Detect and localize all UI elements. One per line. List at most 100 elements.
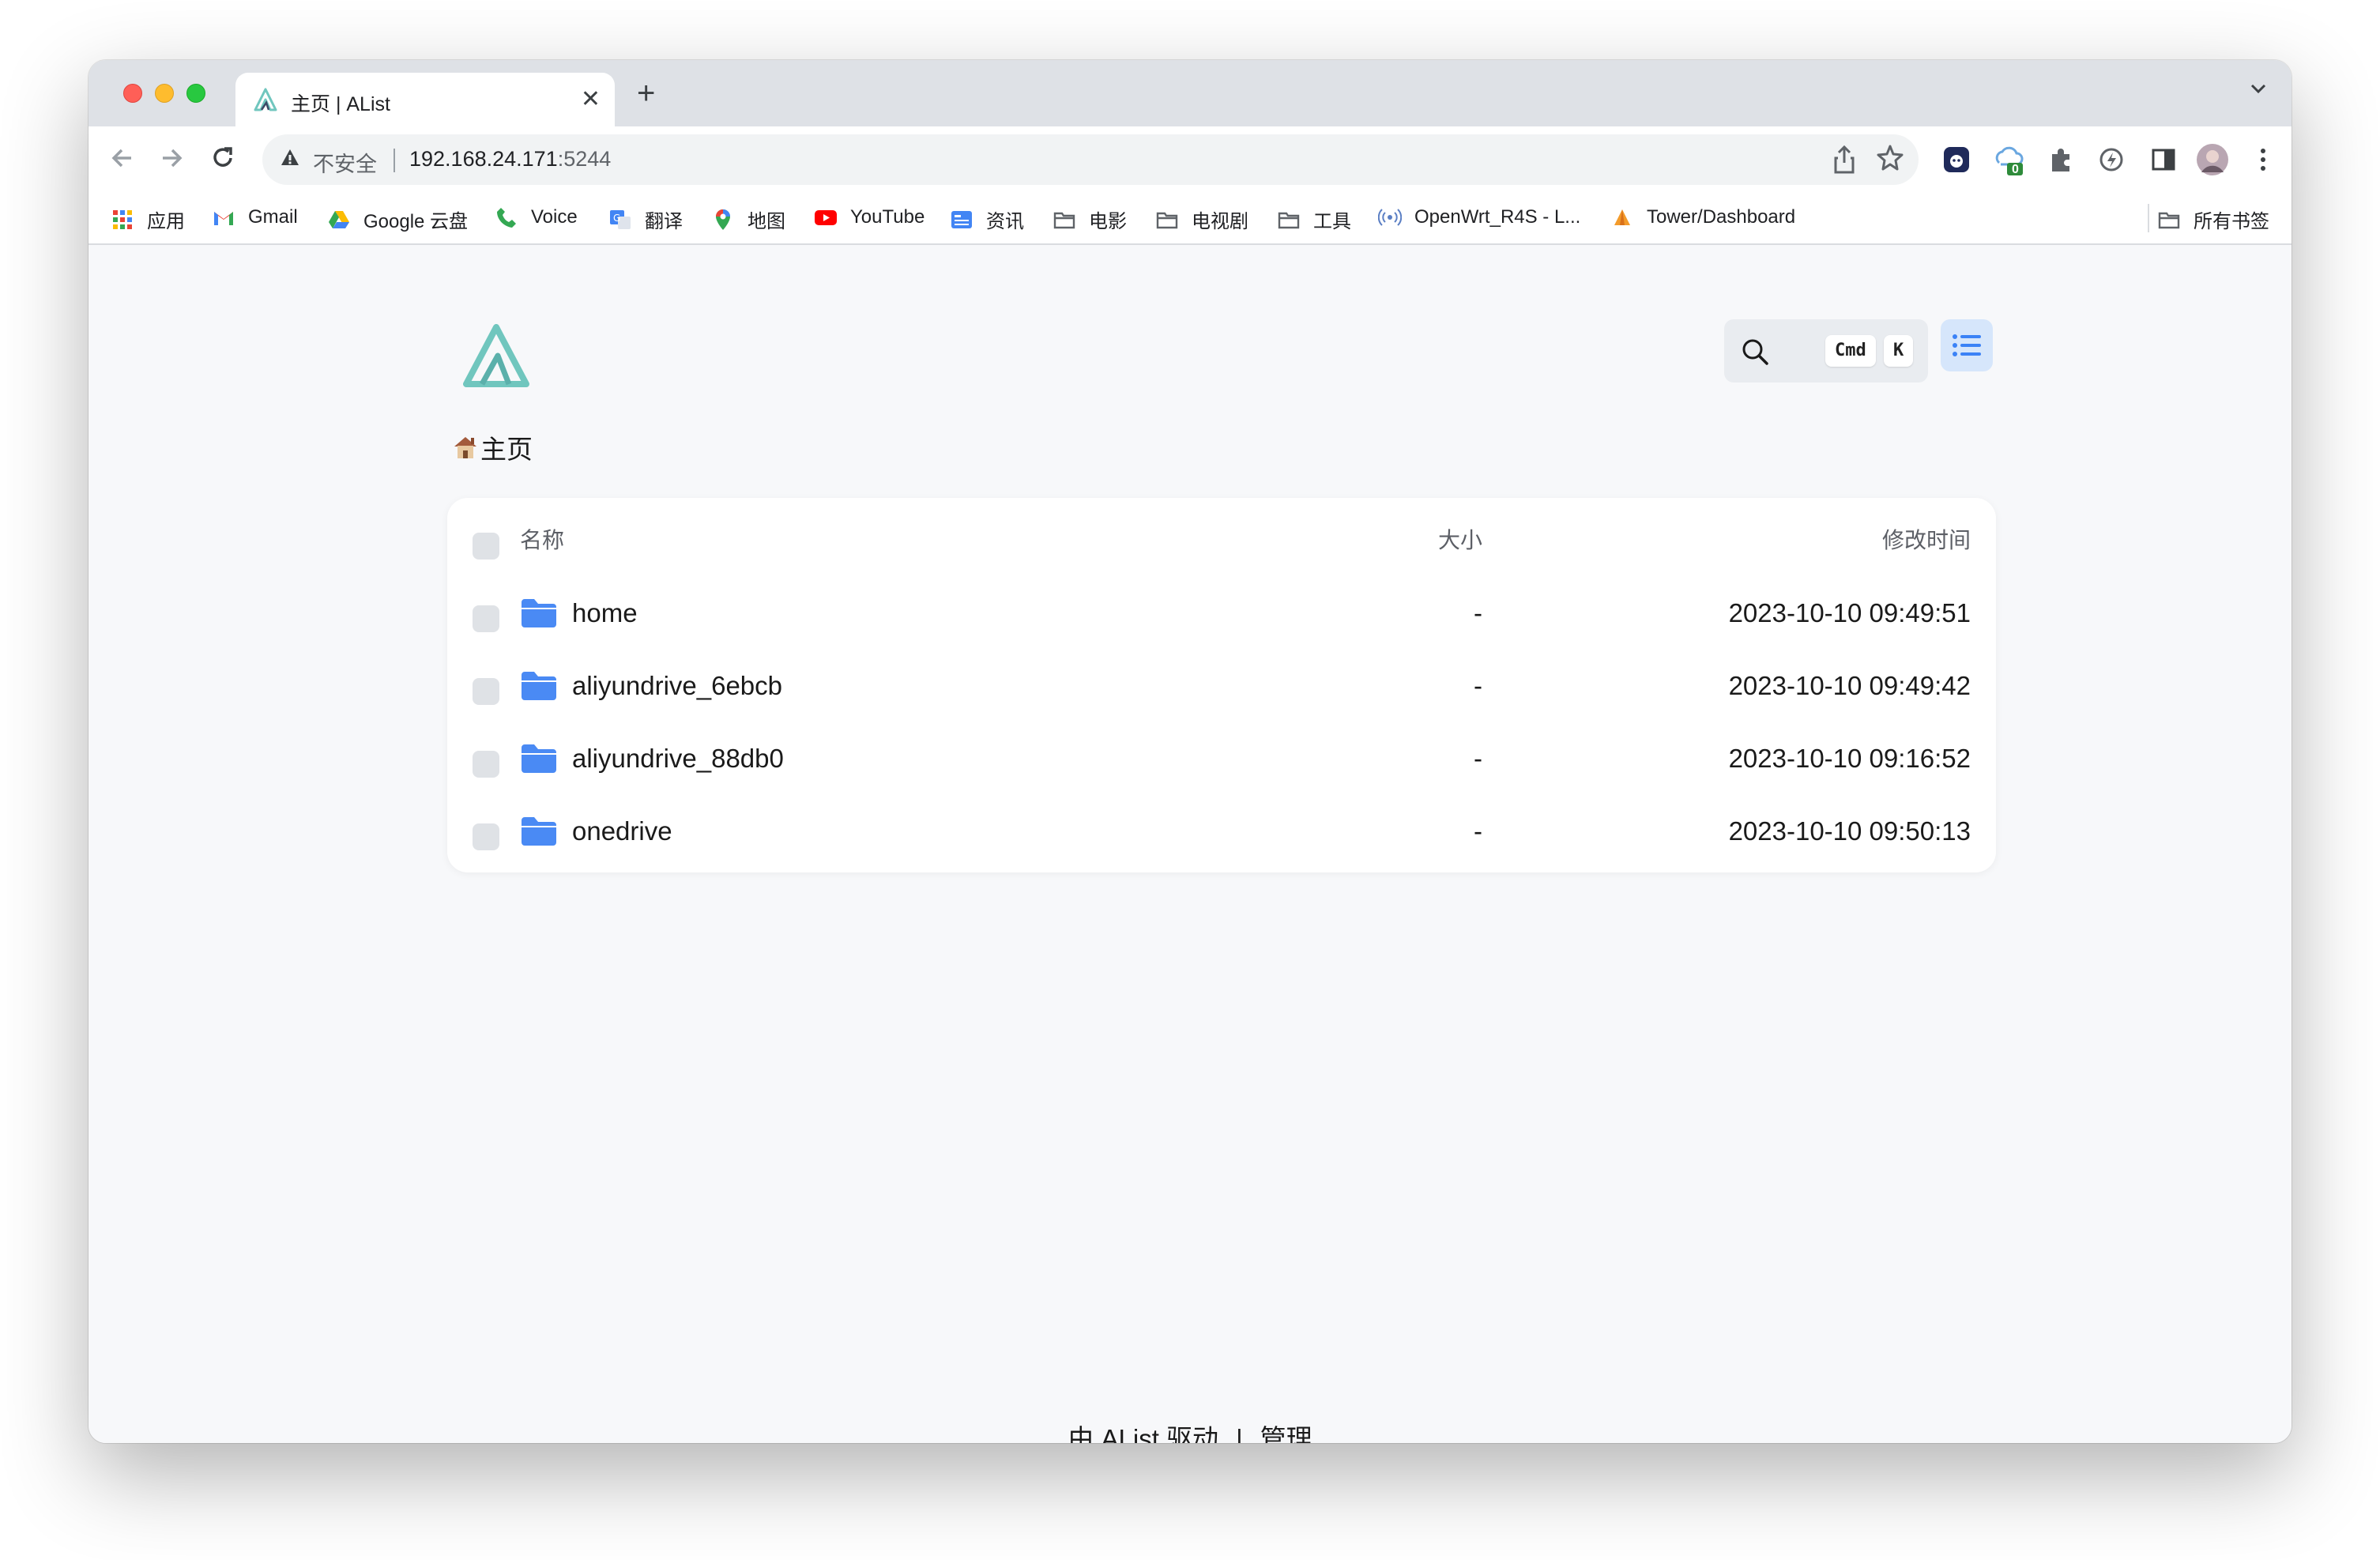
phone-icon	[497, 208, 516, 228]
bookmark-gmail[interactable]: Gmail	[212, 205, 298, 229]
google-drive-icon	[329, 210, 349, 228]
bookmark-label: 工具	[1313, 211, 1351, 232]
breadcrumb[interactable]: 主页	[452, 428, 533, 466]
tab-strip: 主页 | AList ✕ +	[88, 60, 2292, 126]
tab-close-icon[interactable]: ✕	[581, 84, 601, 115]
back-arrow-icon[interactable]	[107, 141, 136, 175]
bookmark-youtube[interactable]: YouTube	[814, 205, 925, 229]
profile-avatar[interactable]	[2195, 142, 2230, 177]
row-checkbox[interactable]	[473, 751, 499, 778]
folder-icon	[2158, 212, 2180, 228]
folder-icon	[522, 672, 556, 700]
reload-icon[interactable]	[209, 141, 237, 175]
list-view-icon	[1953, 334, 1981, 356]
bookmark-folder-movies[interactable]: 电影	[1053, 205, 1127, 233]
file-modified: 2023-10-10 09:49:51	[1728, 598, 1971, 627]
shortcut-key-cmd: Cmd	[1825, 335, 1876, 367]
file-row[interactable]: home - 2023-10-10 09:49:51	[447, 577, 1996, 650]
alist-logo-icon[interactable]	[461, 324, 531, 387]
folder-icon	[1053, 212, 1075, 228]
extension-cloud-icon[interactable]: 0	[1991, 142, 2026, 177]
tab-search-chevron-icon[interactable]	[2247, 77, 2269, 100]
file-name-cell[interactable]: aliyundrive_88db0	[520, 722, 784, 795]
shortcut-key-k: K	[1884, 335, 1914, 367]
bookmark-star-icon[interactable]	[1876, 142, 1904, 174]
bookmark-label: 地图	[748, 211, 785, 232]
side-panel-icon[interactable]	[2146, 142, 2181, 177]
file-row[interactable]: aliyundrive_6ebcb - 2023-10-10 09:49:42	[447, 650, 1996, 722]
new-tab-button[interactable]: +	[637, 77, 655, 109]
tower-icon	[1614, 209, 1630, 225]
bookmark-folder-tools[interactable]: 工具	[1277, 205, 1351, 233]
maps-pin-icon	[716, 209, 730, 230]
row-checkbox[interactable]	[473, 678, 499, 705]
address-bar[interactable]: 不安全 192.168.24.171:5244	[262, 134, 1919, 185]
extension-ghost-icon[interactable]	[1939, 142, 1974, 177]
file-name-cell[interactable]: aliyundrive_6ebcb	[520, 650, 782, 722]
wireless-icon	[1378, 209, 1402, 226]
file-row[interactable]: onedrive - 2023-10-10 09:50:13	[447, 795, 1996, 868]
file-name: onedrive	[572, 816, 672, 846]
bookmark-apps[interactable]: 应用	[111, 205, 185, 233]
bookmark-label: 电视剧	[1192, 211, 1248, 232]
file-name: aliyundrive_88db0	[572, 744, 784, 773]
row-checkbox[interactable]	[473, 605, 499, 632]
gmail-icon	[214, 212, 233, 225]
bookmark-all-bookmarks[interactable]: 所有书签	[2157, 205, 2269, 233]
bookmark-folder-tv[interactable]: 电视剧	[1155, 205, 1248, 233]
close-window-button[interactable]	[123, 84, 142, 103]
alist-page: Cmd K 主页 名称 大小 修改时间 home - 2023-10-10 09…	[88, 245, 2292, 1443]
zoom-window-button[interactable]	[186, 84, 205, 103]
bookmark-label: Voice	[531, 206, 578, 228]
bookmark-label: Gmail	[248, 206, 298, 228]
search-icon	[1742, 339, 1768, 365]
header-size[interactable]: 大小	[1438, 504, 1482, 577]
file-size: -	[1474, 671, 1482, 700]
file-size: -	[1474, 598, 1482, 627]
bookmark-tower[interactable]: Tower/Dashboard	[1610, 205, 1795, 229]
file-list: 名称 大小 修改时间 home - 2023-10-10 09:49:51 al…	[447, 498, 1996, 872]
bookmark-translate[interactable]: G 翻译	[608, 205, 683, 233]
file-name-cell[interactable]: home	[520, 577, 638, 650]
bookmark-maps[interactable]: 地图	[711, 205, 785, 233]
minimize-window-button[interactable]	[155, 84, 174, 103]
bookmark-openwrt[interactable]: OpenWrt_R4S - L...	[1378, 205, 1580, 229]
powered-by-link[interactable]: 由 AList 驱动	[1068, 1424, 1218, 1443]
select-all-checkbox[interactable]	[473, 533, 499, 560]
bookmark-news[interactable]: 资讯	[950, 205, 1024, 233]
folder-icon	[522, 817, 556, 846]
bookmark-label: YouTube	[850, 206, 925, 228]
share-icon[interactable]	[1832, 144, 1857, 175]
file-row[interactable]: aliyundrive_88db0 - 2023-10-10 09:16:52	[447, 722, 1996, 795]
insecure-label[interactable]: 不安全	[313, 147, 377, 178]
bookmark-google-drive[interactable]: Google 云盘	[327, 205, 468, 233]
row-checkbox[interactable]	[473, 823, 499, 850]
list-view-toggle[interactable]	[1941, 319, 1993, 371]
bookmark-label: Google 云盘	[363, 211, 469, 232]
news-icon	[951, 210, 972, 228]
breadcrumb-home[interactable]: 主页	[480, 428, 533, 466]
translate-icon: G	[610, 209, 631, 229]
home-icon	[454, 437, 476, 458]
file-list-header: 名称 大小 修改时间	[447, 504, 1996, 577]
tab-title: 主页 | AList	[291, 93, 390, 115]
forward-arrow-icon[interactable]	[158, 141, 186, 175]
header-name[interactable]: 名称	[520, 504, 564, 577]
url-text[interactable]: 192.168.24.171:5244	[409, 147, 611, 171]
alist-favicon-icon	[254, 88, 277, 111]
url-divider	[394, 149, 395, 172]
search-button[interactable]: Cmd K	[1724, 319, 1928, 382]
url-port: :5244	[557, 147, 612, 171]
manage-link[interactable]: 管理	[1260, 1424, 1312, 1443]
warning-triangle-icon[interactable]	[280, 147, 300, 168]
bookmark-voice[interactable]: Voice	[495, 205, 578, 229]
tab-alist-home[interactable]: 主页 | AList ✕	[235, 73, 615, 126]
file-name-cell[interactable]: onedrive	[520, 795, 672, 868]
header-modified[interactable]: 修改时间	[1882, 504, 1971, 577]
extensions-puzzle-icon[interactable]	[2043, 142, 2078, 177]
folder-icon	[1156, 212, 1178, 228]
browser-menu-icon[interactable]	[2246, 142, 2280, 177]
bookmarks-divider	[2148, 204, 2149, 232]
file-name: aliyundrive_6ebcb	[572, 671, 783, 700]
performance-icon[interactable]	[2094, 142, 2129, 177]
